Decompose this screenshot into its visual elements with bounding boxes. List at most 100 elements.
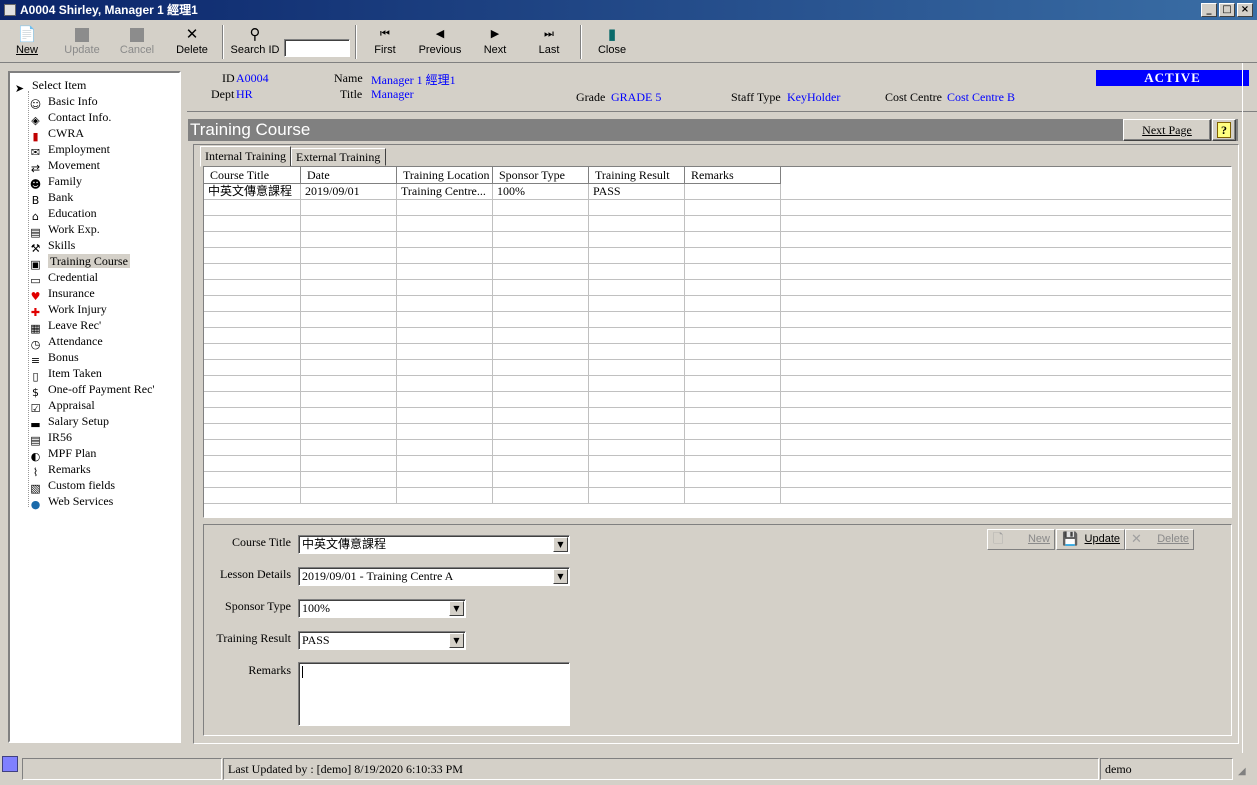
table-cell[interactable]: [204, 376, 301, 392]
table-cell[interactable]: [204, 456, 301, 472]
table-cell[interactable]: [493, 408, 589, 424]
table-cell[interactable]: [397, 280, 493, 296]
table-cell[interactable]: PASS: [589, 184, 685, 200]
table-cell[interactable]: [301, 360, 397, 376]
table-cell[interactable]: [204, 296, 301, 312]
table-cell[interactable]: [204, 264, 301, 280]
table-cell[interactable]: [493, 248, 589, 264]
table-cell[interactable]: [397, 376, 493, 392]
table-row[interactable]: [204, 408, 1231, 424]
window-title-bar[interactable]: A0004 Shirley, Manager 1 經理1 _ □ ×: [0, 0, 1257, 20]
table-cell[interactable]: [204, 424, 301, 440]
table-cell[interactable]: [493, 488, 589, 504]
table-cell[interactable]: [397, 456, 493, 472]
table-cell[interactable]: [397, 472, 493, 488]
table-cell[interactable]: [204, 344, 301, 360]
sidebar-item-web-services[interactable]: ● Web Services: [28, 493, 114, 511]
table-cell[interactable]: [301, 328, 397, 344]
sidebar-item-remarks[interactable]: ⌇ Remarks: [28, 461, 91, 479]
table-cell[interactable]: [589, 312, 685, 328]
table-cell[interactable]: [493, 280, 589, 296]
table-cell[interactable]: [589, 280, 685, 296]
table-cell[interactable]: [685, 344, 781, 360]
table-cell[interactable]: [301, 312, 397, 328]
previous-button[interactable]: ◀ Previous: [416, 24, 464, 56]
table-cell[interactable]: [397, 232, 493, 248]
table-cell[interactable]: [301, 280, 397, 296]
table-cell[interactable]: [589, 360, 685, 376]
sponsor-type-select[interactable]: 100% ▼: [298, 599, 466, 618]
table-cell[interactable]: [204, 328, 301, 344]
table-cell[interactable]: [397, 488, 493, 504]
column-header[interactable]: Remarks: [685, 167, 781, 184]
sidebar-item-employment[interactable]: ✉ Employment: [28, 141, 110, 159]
sidebar-item-skills[interactable]: ⚒ Skills: [28, 237, 76, 255]
table-cell[interactable]: [397, 200, 493, 216]
sidebar-item-custom-fields[interactable]: ▧ Custom fields: [28, 477, 115, 495]
table-cell[interactable]: [397, 424, 493, 440]
table-cell[interactable]: [397, 360, 493, 376]
sidebar-item-education[interactable]: ⌂ Education: [28, 205, 97, 223]
sidebar-item-select-item[interactable]: ➤ Select Item: [12, 77, 86, 95]
table-cell[interactable]: [397, 408, 493, 424]
table-row[interactable]: [204, 312, 1231, 328]
table-cell[interactable]: [301, 264, 397, 280]
table-cell[interactable]: [397, 392, 493, 408]
table-cell[interactable]: [301, 424, 397, 440]
table-cell[interactable]: [493, 264, 589, 280]
sidebar-item-credential[interactable]: ▭ Credential: [28, 269, 98, 287]
column-header[interactable]: Date: [301, 167, 397, 184]
table-cell[interactable]: [301, 248, 397, 264]
table-cell[interactable]: [493, 328, 589, 344]
tab-external-training[interactable]: External Training: [291, 148, 386, 166]
table-cell[interactable]: [493, 232, 589, 248]
table-cell[interactable]: [204, 408, 301, 424]
table-cell[interactable]: [493, 472, 589, 488]
table-cell[interactable]: [589, 232, 685, 248]
sidebar-item-bonus[interactable]: ≡ Bonus: [28, 349, 79, 367]
close-button[interactable]: ▮ Close: [594, 24, 630, 56]
sidebar-item-movement[interactable]: ⇄ Movement: [28, 157, 100, 175]
table-cell[interactable]: Training Centre...: [397, 184, 493, 200]
table-row[interactable]: [204, 344, 1231, 360]
table-cell[interactable]: [589, 424, 685, 440]
table-cell[interactable]: [589, 408, 685, 424]
table-cell[interactable]: [397, 328, 493, 344]
table-cell[interactable]: [397, 264, 493, 280]
table-cell[interactable]: [493, 200, 589, 216]
table-cell[interactable]: [204, 440, 301, 456]
table-cell[interactable]: 中英文傳意課程: [204, 184, 301, 200]
table-cell[interactable]: [685, 200, 781, 216]
last-button[interactable]: ⏭ Last: [532, 24, 566, 56]
sidebar-item-leave-rec[interactable]: ▦ Leave Rec': [28, 317, 101, 335]
update-button[interactable]: Update: [62, 24, 102, 56]
training-result-select[interactable]: PASS ▼: [298, 631, 466, 650]
table-cell[interactable]: [204, 360, 301, 376]
table-row[interactable]: 中英文傳意課程 2019/09/01 Training Centre... 100% P…: [204, 184, 1231, 200]
sidebar-item-contact-info[interactable]: ◈ Contact Info.: [28, 109, 111, 127]
help-button[interactable]: ?: [1212, 119, 1236, 141]
lesson-details-select[interactable]: 2019/09/01 - Training Centre A ▼: [298, 567, 570, 586]
table-cell[interactable]: [204, 232, 301, 248]
chevron-down-icon[interactable]: ▼: [553, 569, 568, 584]
table-cell[interactable]: [301, 392, 397, 408]
table-cell[interactable]: [589, 376, 685, 392]
table-cell[interactable]: [204, 280, 301, 296]
table-cell[interactable]: [589, 488, 685, 504]
table-cell[interactable]: [685, 296, 781, 312]
search-id-button[interactable]: ⚲ Search ID: [230, 24, 280, 56]
column-header[interactable]: Course Title: [204, 167, 301, 184]
table-cell[interactable]: [685, 216, 781, 232]
new-button[interactable]: 📄 New: [12, 24, 42, 56]
sidebar-item-salary-setup[interactable]: ▬ Salary Setup: [28, 413, 109, 431]
table-row[interactable]: [204, 488, 1231, 504]
remarks-textarea[interactable]: [298, 662, 570, 726]
table-cell[interactable]: [589, 456, 685, 472]
table-cell[interactable]: [204, 488, 301, 504]
sidebar-item-work-injury[interactable]: ✚ Work Injury: [28, 301, 107, 319]
table-cell[interactable]: [685, 472, 781, 488]
sidebar-item-cwra[interactable]: ▮ CWRA: [28, 125, 84, 143]
table-cell[interactable]: [397, 296, 493, 312]
table-cell[interactable]: [589, 216, 685, 232]
sidebar-tree[interactable]: ➤ Select Item ☺ Basic Info ◈ Contact Info. ▮ CW…: [8, 71, 181, 743]
